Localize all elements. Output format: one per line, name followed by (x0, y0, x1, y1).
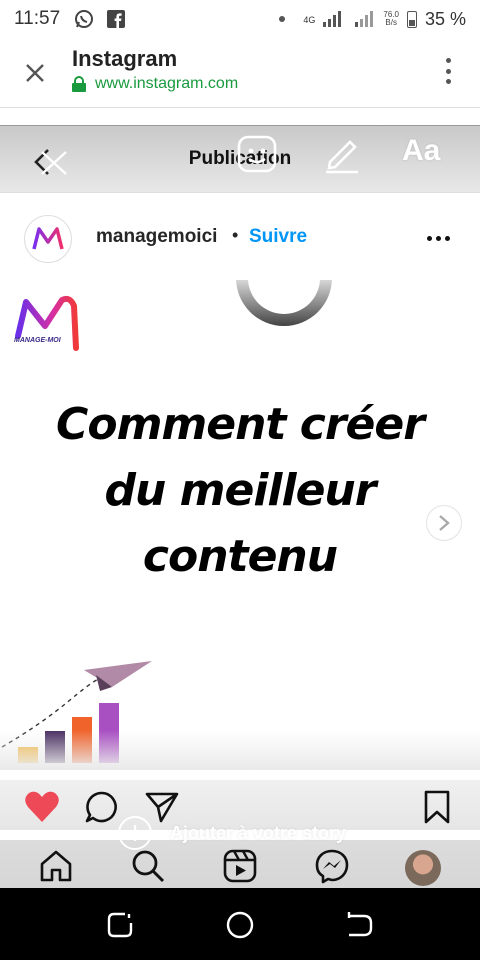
whatsapp-icon (74, 9, 94, 29)
image-fade (0, 730, 480, 770)
browser-title: Instagram (72, 46, 178, 71)
browser-tab-bar: Instagram www.instagram.com (0, 38, 480, 108)
add-to-story-label: Ajouter à votre story (170, 822, 347, 843)
battery-icon (406, 10, 417, 28)
browser-url-row[interactable]: www.instagram.com (72, 75, 238, 93)
arc-decoration (236, 280, 332, 326)
headline-line-2: du meilleur (104, 465, 377, 516)
follow-button[interactable]: Suivre (249, 226, 307, 248)
heart-icon[interactable] (24, 790, 59, 824)
net-speed: 76.0 B/s (383, 10, 399, 27)
story-editor-bar: Publication Aa (0, 125, 480, 193)
add-to-story-button[interactable]: Ajouter à votre story (118, 816, 346, 850)
recent-apps-icon[interactable] (105, 910, 135, 940)
carousel-next-button[interactable] (426, 505, 462, 541)
bookmark-icon[interactable] (422, 790, 456, 824)
brand-logo-text: MANAGE-MOI (14, 337, 62, 344)
post-more-icon[interactable] (427, 236, 450, 241)
battery-percent: 35 % (424, 8, 466, 29)
status-time: 11:57 (14, 8, 61, 29)
plus-circle-icon (118, 816, 152, 850)
search-icon[interactable] (130, 848, 166, 884)
post-headline: Comment créer du meilleur contenu (0, 392, 480, 590)
home-circle-icon[interactable] (225, 910, 255, 940)
post-username[interactable]: managemoici (96, 226, 217, 248)
network-type: 4G (303, 14, 316, 25)
draw-pencil-icon[interactable] (322, 134, 362, 174)
more-options-icon[interactable] (446, 58, 452, 84)
close-icon[interactable] (20, 58, 50, 88)
home-icon[interactable] (38, 848, 74, 884)
status-bar: 11:57 4G 76.0 B/s 35 % (0, 0, 480, 38)
sticker-icon[interactable] (236, 134, 278, 174)
headline-line-3: contenu (142, 531, 338, 582)
brand-logo: MANAGE-MOI (12, 292, 82, 362)
messenger-icon[interactable] (314, 848, 350, 884)
chevron-right-icon (439, 515, 450, 531)
profile-avatar[interactable] (405, 850, 441, 886)
comment-icon[interactable] (85, 790, 119, 824)
notification-dot-icon (279, 16, 286, 22)
account-avatar[interactable] (24, 215, 72, 263)
lock-icon (72, 76, 86, 92)
signal-icon (323, 11, 342, 27)
post-header: managemoici • Suivre (0, 212, 480, 268)
paper-plane-wing (84, 661, 152, 687)
back-icon[interactable] (345, 910, 375, 940)
reels-icon[interactable] (222, 848, 258, 884)
signal-secondary-icon (355, 11, 374, 27)
system-nav-bar (0, 888, 480, 960)
separator-dot: • (232, 225, 239, 245)
browser-url: www.instagram.com (95, 75, 239, 92)
post-image[interactable]: MANAGE-MOI Comment créer du meilleur con… (0, 280, 480, 770)
text-tool-button[interactable]: Aa (402, 134, 440, 168)
facebook-icon (106, 9, 126, 29)
headline-line-1: Comment créer (56, 399, 425, 450)
